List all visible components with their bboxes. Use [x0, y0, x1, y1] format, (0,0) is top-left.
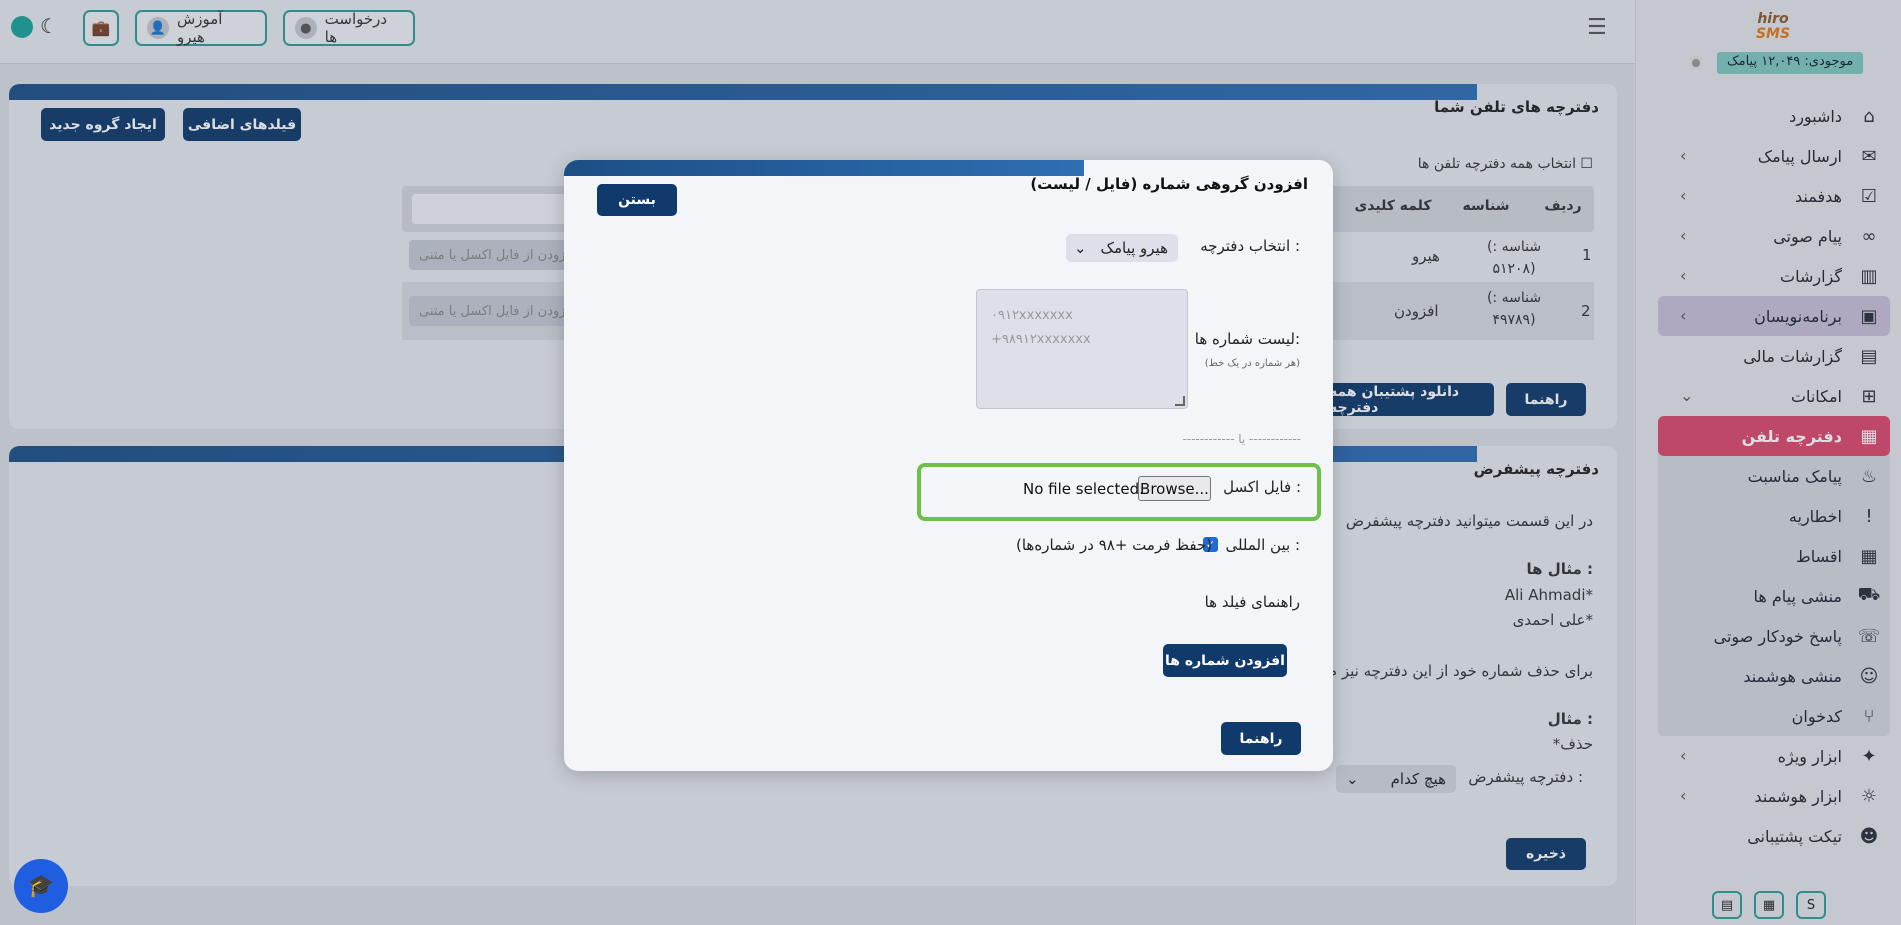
phonebook-select[interactable]: ⌄ هیرو پیامک	[1066, 234, 1178, 262]
chevron-down-icon: ⌄	[1074, 239, 1087, 257]
select-book-label: انتخاب دفترچه :	[1200, 237, 1300, 255]
or-divider: ------------ یا ------------	[1182, 432, 1301, 446]
resize-handle-icon[interactable]	[1175, 396, 1185, 406]
international-label: بین المللی :	[1225, 536, 1300, 554]
modal-title: افزودن گروهی شماره (فایل / لیست)	[1030, 175, 1308, 193]
number-list-hint: (هر شماره در یک خط)	[1204, 358, 1300, 369]
excel-file-label: فایل اکسل :	[1223, 478, 1301, 496]
number-list-textarea[interactable]: ۰۹۱۲xxxxxxx +۹۸۹۱۲xxxxxxx	[976, 289, 1188, 409]
add-numbers-button[interactable]: افزودن شماره ها	[1163, 644, 1287, 677]
bulk-add-modal: افزودن گروهی شماره (فایل / لیست) بستن ان…	[564, 160, 1333, 771]
close-button[interactable]: بستن	[597, 184, 677, 216]
graduation-cap-icon[interactable]: 🎓	[14, 859, 68, 913]
no-file-text: No file selected.	[1023, 480, 1144, 498]
number-list-label: لیست شماره ها:	[1194, 330, 1300, 348]
help-button[interactable]: راهنما	[1221, 722, 1301, 755]
international-note: (حفظ فرمت +۹۸ در شماره‌ها)	[1016, 536, 1213, 554]
fields-guide-link[interactable]: راهنمای فیلد ها	[1205, 593, 1300, 611]
modal-header-bar	[564, 160, 1084, 176]
browse-button[interactable]: Browse...	[1138, 476, 1211, 501]
